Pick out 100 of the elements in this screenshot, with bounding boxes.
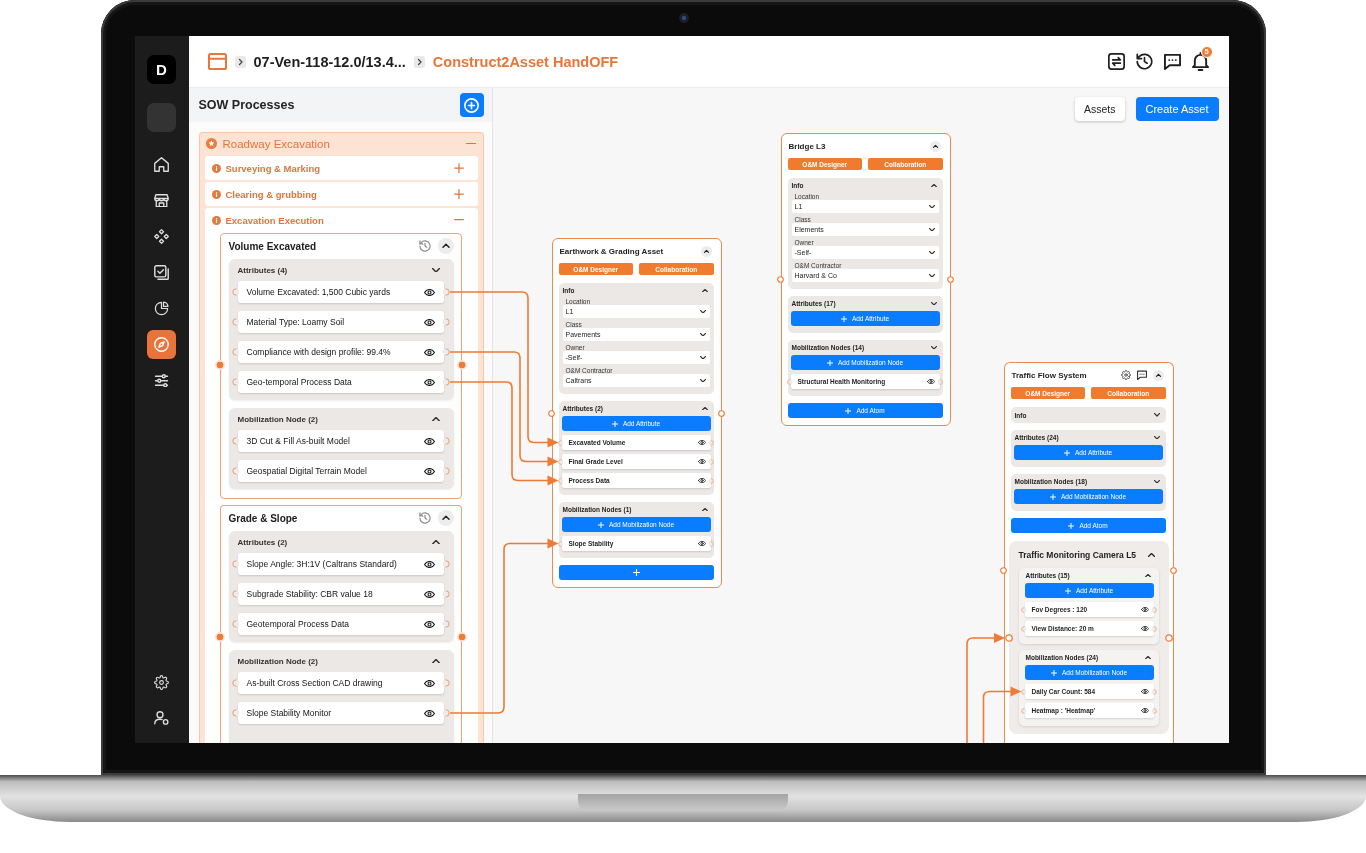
chevron-up-icon[interactable] bbox=[930, 183, 937, 188]
eye-icon[interactable] bbox=[697, 439, 706, 446]
chevron-down-icon[interactable] bbox=[1153, 435, 1160, 440]
add-process-button[interactable] bbox=[459, 93, 484, 117]
port-icon[interactable] bbox=[1164, 634, 1173, 642]
toolbar-button[interactable]: Assets bbox=[1075, 97, 1125, 121]
port-icon[interactable] bbox=[441, 437, 450, 445]
eye-icon[interactable] bbox=[423, 348, 435, 356]
port-icon[interactable] bbox=[777, 276, 784, 283]
port-icon[interactable] bbox=[441, 288, 450, 296]
port-icon[interactable] bbox=[231, 560, 240, 568]
item-row[interactable]: Subgrade Stability: CBR value 18 bbox=[237, 583, 444, 605]
chevron-down-icon bbox=[928, 273, 935, 278]
item-row[interactable]: As-built Cross Section CAD drawing bbox=[237, 672, 444, 694]
port-icon[interactable] bbox=[441, 709, 450, 717]
eye-icon[interactable] bbox=[423, 318, 435, 326]
chat-icon[interactable] bbox=[1136, 370, 1147, 380]
diamonds-icon bbox=[154, 229, 169, 244]
history-icon[interactable] bbox=[1135, 53, 1153, 70]
chevron-up-icon[interactable] bbox=[701, 406, 708, 411]
eye-icon[interactable] bbox=[697, 458, 706, 465]
eye-icon[interactable] bbox=[423, 288, 435, 296]
port-icon[interactable] bbox=[1004, 634, 1013, 642]
eye-icon[interactable] bbox=[423, 378, 435, 386]
chevron-up-icon[interactable] bbox=[1152, 369, 1164, 381]
chevron-down-icon[interactable] bbox=[1153, 413, 1160, 417]
port-icon[interactable] bbox=[231, 318, 240, 326]
eye-icon[interactable] bbox=[1140, 707, 1149, 714]
chevron-up-icon[interactable] bbox=[700, 245, 712, 257]
item-row[interactable]: 3D Cut & Fill As-built Model bbox=[237, 430, 444, 452]
bell-icon[interactable] bbox=[1191, 51, 1209, 72]
window-icon[interactable] bbox=[207, 52, 227, 71]
port-icon[interactable] bbox=[231, 709, 240, 717]
eye-icon[interactable] bbox=[1140, 688, 1149, 695]
chevron-up-icon[interactable] bbox=[431, 539, 440, 545]
item-row[interactable]: Slope Angle: 3H:1V (Caltrans Standard) bbox=[237, 553, 444, 575]
port-icon[interactable] bbox=[441, 620, 450, 628]
item-row[interactable]: Geospatial Digital Terrain Model bbox=[237, 460, 444, 482]
eye-icon[interactable] bbox=[423, 467, 435, 475]
chevron-up-icon[interactable] bbox=[701, 288, 708, 293]
chevron-up-icon[interactable] bbox=[431, 658, 440, 664]
chevron-up-icon[interactable] bbox=[437, 510, 454, 526]
item-row[interactable]: Volume Excavated: 1,500 Cubic yards bbox=[237, 281, 444, 303]
port-icon[interactable] bbox=[718, 409, 725, 417]
port-icon[interactable] bbox=[947, 276, 954, 283]
chevron-up-icon[interactable] bbox=[1144, 573, 1151, 578]
eye-icon[interactable] bbox=[1140, 625, 1149, 632]
eye-icon[interactable] bbox=[1140, 606, 1149, 613]
breadcrumb-link[interactable]: 07-Ven-118-12.0/13.4... bbox=[253, 53, 406, 70]
port-icon[interactable] bbox=[441, 378, 450, 386]
port-icon[interactable] bbox=[441, 348, 450, 356]
port-icon[interactable] bbox=[231, 590, 240, 598]
chevron-up-icon[interactable] bbox=[929, 140, 941, 152]
eye-icon[interactable] bbox=[423, 590, 435, 598]
port-icon[interactable] bbox=[231, 348, 240, 356]
chevron-up-icon[interactable] bbox=[1147, 552, 1155, 557]
plus-icon bbox=[611, 420, 618, 427]
port-icon[interactable] bbox=[231, 437, 240, 445]
chevron-down-icon[interactable] bbox=[1153, 479, 1160, 484]
settings-icon[interactable] bbox=[1120, 370, 1131, 380]
item-row[interactable]: Geotemporal Process Data bbox=[237, 613, 444, 635]
item-row[interactable]: Material Type: Loamy Soil bbox=[237, 311, 444, 333]
item-row[interactable]: Slope Stability Monitor bbox=[237, 702, 444, 724]
port-icon[interactable] bbox=[441, 318, 450, 326]
port-icon[interactable] bbox=[231, 378, 240, 386]
eye-icon[interactable] bbox=[697, 477, 706, 484]
chat-icon[interactable] bbox=[1163, 53, 1181, 70]
swap-icon[interactable] bbox=[1107, 53, 1125, 70]
port-icon[interactable] bbox=[1170, 567, 1177, 574]
port-icon[interactable] bbox=[231, 679, 240, 687]
chevron-up-icon[interactable] bbox=[1144, 655, 1151, 660]
port-icon[interactable] bbox=[441, 560, 450, 568]
port-icon[interactable] bbox=[1000, 567, 1007, 574]
chevron-down-icon[interactable] bbox=[930, 301, 937, 306]
chevron-down-icon bbox=[928, 250, 935, 255]
eye-icon[interactable] bbox=[697, 540, 706, 547]
port-icon[interactable] bbox=[231, 620, 240, 628]
eye-icon[interactable] bbox=[423, 709, 435, 717]
chevron-up-icon[interactable] bbox=[437, 238, 454, 254]
port-icon[interactable] bbox=[548, 409, 555, 417]
eye-icon[interactable] bbox=[423, 679, 435, 687]
chevron-down-icon[interactable] bbox=[431, 267, 440, 273]
port-icon[interactable] bbox=[231, 288, 240, 296]
eye-icon[interactable] bbox=[926, 378, 935, 385]
item-row[interactable]: Compliance with design profile: 99.4% bbox=[237, 341, 444, 363]
store-icon bbox=[154, 193, 169, 208]
item-row[interactable]: Geo-temporal Process Data bbox=[237, 371, 444, 393]
chevron-down-icon[interactable] bbox=[930, 345, 937, 350]
port-icon[interactable] bbox=[441, 590, 450, 598]
port-icon[interactable] bbox=[231, 467, 240, 475]
logo[interactable]: D bbox=[147, 55, 176, 84]
eye-icon[interactable] bbox=[423, 437, 435, 445]
eye-icon[interactable] bbox=[423, 620, 435, 628]
sidebar-nav-button[interactable] bbox=[147, 330, 176, 359]
chevron-up-icon[interactable] bbox=[701, 507, 708, 512]
port-icon[interactable] bbox=[441, 679, 450, 687]
chevron-up-icon[interactable] bbox=[431, 416, 440, 422]
eye-icon[interactable] bbox=[423, 560, 435, 568]
toolbar-button[interactable]: Create Asset bbox=[1135, 97, 1219, 121]
port-icon[interactable] bbox=[441, 467, 450, 475]
